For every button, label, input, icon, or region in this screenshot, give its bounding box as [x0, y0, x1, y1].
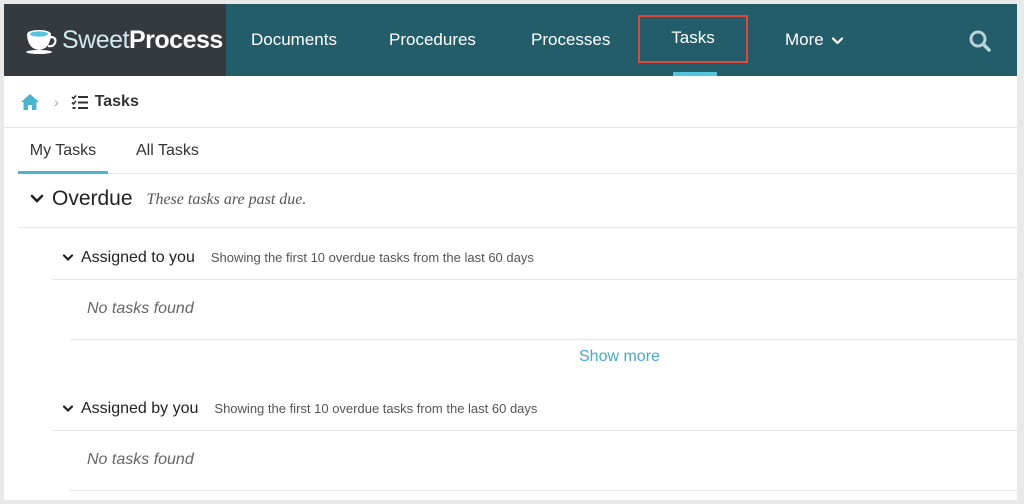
search-icon[interactable]	[969, 30, 991, 52]
assigned-to-you-header[interactable]: Assigned to you Showing the first 10 ove…	[52, 236, 1017, 280]
top-navigation: SweetProcess Documents Procedures Proces…	[4, 4, 1017, 76]
nav-tasks-label: Tasks	[671, 28, 715, 47]
breadcrumb: › Tasks	[4, 76, 1017, 128]
show-more-link[interactable]: Show more	[579, 348, 660, 366]
nav-documents[interactable]: Documents	[251, 4, 337, 76]
home-icon[interactable]	[20, 93, 40, 111]
empty-state: No tasks found	[70, 278, 1017, 340]
nav-more-label: More	[785, 30, 824, 49]
task-tabs: My Tasks All Tasks	[18, 128, 1017, 174]
overdue-section-header[interactable]: Overdue These tasks are past due.	[18, 186, 1017, 228]
assigned-to-you-description: Showing the first 10 overdue tasks from …	[210, 250, 534, 265]
assigned-by-you-description: Showing the first 10 overdue tasks from …	[214, 401, 538, 416]
nav-more[interactable]: More	[785, 4, 843, 76]
nav-tasks[interactable]: Tasks	[638, 15, 748, 63]
tab-all-tasks[interactable]: All Tasks	[136, 128, 199, 174]
brand-name: SweetProcess	[62, 25, 223, 54]
logo[interactable]: SweetProcess	[4, 4, 226, 76]
teacup-icon	[26, 30, 57, 54]
chevron-down-icon	[62, 404, 74, 412]
assigned-to-you-title: Assigned to you	[81, 248, 195, 266]
assigned-by-you-title: Assigned by you	[81, 399, 199, 417]
chevron-down-icon	[62, 253, 74, 261]
nav-items: Documents Procedures Processes Tasks Mor…	[226, 4, 1017, 76]
tab-my-tasks[interactable]: My Tasks	[18, 128, 108, 174]
page-title: Tasks	[94, 92, 139, 110]
chevron-down-icon	[30, 194, 44, 203]
nav-processes[interactable]: Processes	[531, 4, 610, 76]
checklist-icon	[71, 94, 88, 109]
app-frame: SweetProcess Documents Procedures Proces…	[4, 4, 1017, 500]
chevron-right-icon: ›	[54, 93, 59, 110]
empty-state: No tasks found	[70, 429, 1017, 491]
assigned-by-you-header[interactable]: Assigned by you Showing the first 10 ove…	[52, 387, 1017, 431]
overdue-description: These tasks are past due.	[146, 191, 307, 208]
chevron-down-icon	[831, 36, 843, 45]
overdue-title: Overdue	[52, 187, 133, 210]
nav-procedures[interactable]: Procedures	[389, 4, 476, 76]
